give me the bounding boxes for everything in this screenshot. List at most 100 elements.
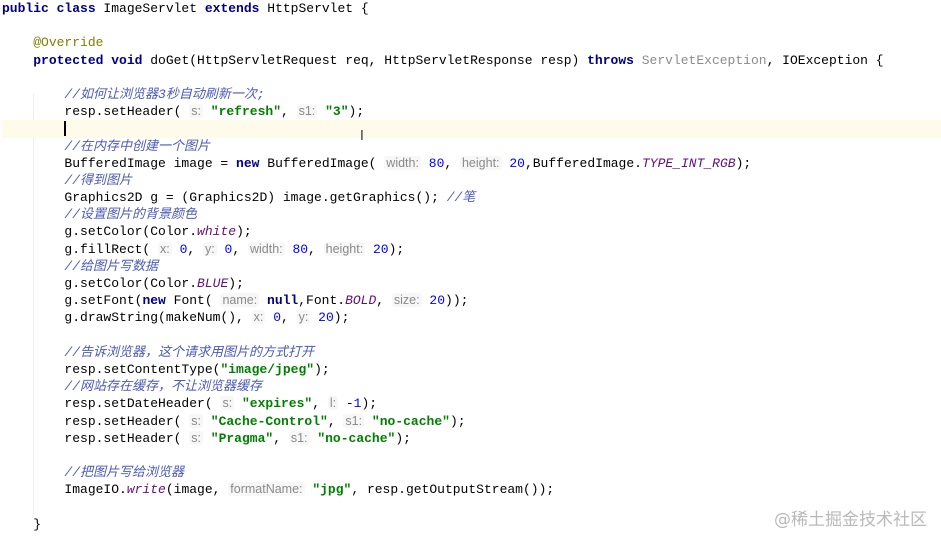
code-line[interactable]: //如何让浏览器3秒自动刷新一次; bbox=[2, 86, 941, 103]
code-text: , bbox=[312, 396, 328, 412]
code-text: ); bbox=[361, 396, 378, 412]
code-text: , IOException { bbox=[766, 52, 884, 68]
string-literal: "Cache-Control" bbox=[210, 413, 328, 429]
code-line[interactable]: g.setFont(new Font( name: null,Font.BOLD… bbox=[2, 292, 941, 309]
code-text: resp.setHeader( bbox=[2, 413, 190, 429]
text-caret bbox=[64, 121, 66, 137]
string-literal: "Pragma" bbox=[210, 430, 274, 446]
code-text: , bbox=[273, 430, 289, 446]
code-line[interactable]: g.drawString(makeNum(), x: 0, y: 20); bbox=[2, 309, 941, 326]
code-line[interactable]: Graphics2D g = (Graphics2D) image.getGra… bbox=[2, 189, 941, 206]
parameter-hint: x: bbox=[158, 241, 172, 256]
parameter-hint: s1: bbox=[288, 430, 310, 445]
parameter-hint: y: bbox=[296, 310, 311, 325]
code-text: , bbox=[308, 241, 324, 257]
code-text: , bbox=[232, 241, 248, 257]
comment: //笔 bbox=[446, 190, 476, 206]
code-line[interactable]: resp.setDateHeader( s: "expires", l: -1)… bbox=[2, 395, 941, 412]
code-line[interactable]: g.setColor(Color.BLUE); bbox=[2, 275, 941, 292]
code-line[interactable]: public class ImageServlet extends HttpSe… bbox=[2, 0, 941, 17]
code-line[interactable]: //得到图片 bbox=[2, 172, 941, 189]
number-literal: 20 bbox=[373, 241, 389, 257]
code-line[interactable] bbox=[2, 69, 941, 86]
code-line[interactable]: //网站存在缓存，不让浏览器缓存 bbox=[2, 378, 941, 395]
parameter-hint: height: bbox=[459, 155, 502, 170]
code-line[interactable] bbox=[2, 120, 941, 138]
code-line[interactable]: protected void doGet(HttpServletRequest … bbox=[2, 52, 941, 69]
string-literal: "image/jpeg" bbox=[220, 361, 315, 377]
code-line[interactable]: ImageIO.write(image, formatName: "jpg", … bbox=[2, 481, 941, 498]
code-line[interactable]: resp.setHeader( s: "Cache-Control", s1: … bbox=[2, 413, 941, 430]
parameter-hint: x: bbox=[251, 310, 266, 325]
code-text: BufferedImage( bbox=[267, 155, 385, 171]
code-line[interactable]: //给图片写数据 bbox=[2, 258, 941, 275]
code-text: resp.setDateHeader( bbox=[2, 396, 221, 412]
text-cursor-ibeam-icon: I bbox=[360, 129, 364, 144]
number-literal: 20 bbox=[318, 310, 334, 326]
code-editor[interactable]: public class ImageServlet extends HttpSe… bbox=[2, 0, 941, 533]
watermark: @稀土掘金技术社区 bbox=[774, 510, 927, 530]
code-text: resp.setHeader( bbox=[2, 430, 190, 446]
code-line[interactable]: resp.setHeader( s: "Pragma", s1: "no-cac… bbox=[2, 430, 941, 447]
code-line[interactable]: resp.setHeader( s: "refresh", s1: "3"); bbox=[2, 103, 941, 120]
code-line[interactable]: @Override bbox=[2, 34, 941, 51]
annotation: @Override bbox=[33, 35, 104, 51]
string-literal: "no-cache" bbox=[371, 413, 450, 429]
code-text: ImageServlet bbox=[103, 1, 205, 16]
code-text: , bbox=[281, 310, 297, 326]
number-literal: 0 bbox=[273, 310, 281, 326]
code-line[interactable] bbox=[2, 447, 941, 464]
number-literal: 80 bbox=[428, 155, 445, 171]
static-field: write bbox=[126, 482, 166, 498]
code-text: , bbox=[281, 104, 297, 120]
code-line[interactable] bbox=[2, 17, 941, 34]
code-line[interactable]: BufferedImage image = new BufferedImage(… bbox=[2, 155, 941, 172]
code-text: ImageIO. bbox=[2, 482, 127, 498]
parameter-hint: s: bbox=[189, 104, 203, 119]
string-literal: "jpg" bbox=[312, 482, 352, 498]
code-text: ); bbox=[395, 430, 411, 446]
comment: //把图片写给浏览器 bbox=[64, 465, 185, 481]
static-field: TYPE_INT_RGB bbox=[641, 155, 736, 171]
code-line[interactable]: //设置图片的背景颜色 bbox=[2, 206, 941, 223]
keyword: protected void bbox=[33, 52, 151, 68]
code-text: ); bbox=[348, 104, 365, 120]
code-text: - bbox=[338, 396, 354, 412]
parameter-hint: width: bbox=[384, 155, 421, 170]
code-text: g.setColor(Color. bbox=[2, 224, 198, 240]
keyword: null bbox=[267, 293, 299, 309]
code-line[interactable]: //告诉浏览器，这个请求用图片的方式打开 bbox=[2, 344, 941, 361]
code-text: ); bbox=[388, 241, 405, 257]
comment: //网站存在缓存，不让浏览器缓存 bbox=[64, 379, 263, 395]
string-literal: "expires" bbox=[241, 396, 313, 412]
string-literal: "refresh" bbox=[210, 104, 281, 120]
number-literal: 20 bbox=[429, 293, 446, 309]
code-line[interactable]: //在内存中创建一个图片 bbox=[2, 138, 941, 155]
code-line[interactable]: g.fillRect( x: 0, y: 0, width: 80, heigh… bbox=[2, 241, 941, 258]
code-line[interactable]: g.setColor(Color.white); bbox=[2, 223, 941, 240]
parameter-hint: y: bbox=[203, 241, 217, 256]
code-text: , bbox=[376, 293, 392, 309]
code-line[interactable] bbox=[2, 327, 941, 344]
code-text: g.setFont( bbox=[2, 293, 143, 309]
code-text: g.fillRect( bbox=[2, 241, 159, 257]
code-text: ,Font. bbox=[298, 293, 346, 309]
code-line[interactable]: resp.setContentType("image/jpeg"); bbox=[2, 361, 941, 378]
code-line[interactable]: //把图片写给浏览器 bbox=[2, 464, 941, 481]
